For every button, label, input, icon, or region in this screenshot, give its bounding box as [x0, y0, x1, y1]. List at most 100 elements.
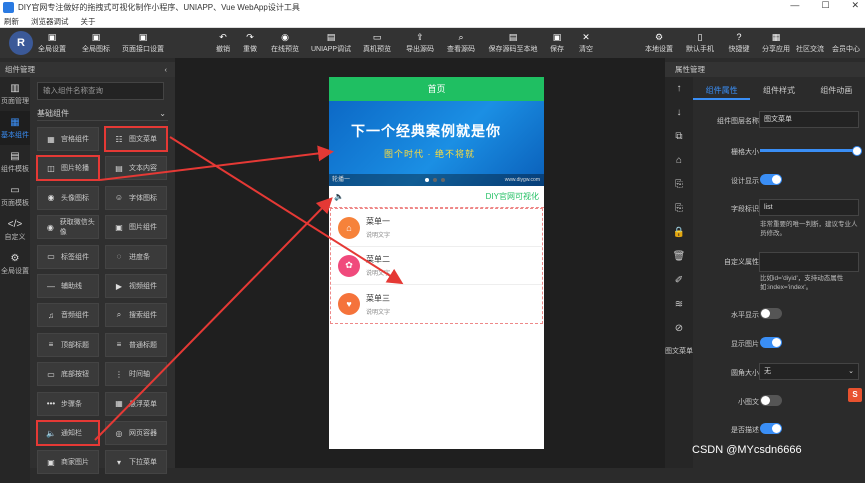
toolbar-icon [841, 32, 852, 42]
menu-item-subtitle: 说明文字 [366, 271, 391, 277]
layer-name-input[interactable]: 图文菜单 [759, 111, 859, 128]
custom-attr-input[interactable] [759, 252, 859, 272]
show-desc-toggle[interactable] [760, 423, 782, 434]
toolbar-button-right-5[interactable]: 会员中心 [821, 28, 865, 58]
component-item[interactable]: ▣ 商家图片 [37, 450, 99, 475]
property-tool-icon[interactable]: ↑ [665, 77, 693, 101]
component-label: 普通标题 [129, 341, 157, 349]
component-item[interactable]: ⌕ 搜索组件 [105, 303, 167, 328]
component-item[interactable]: ••• 步骤条 [37, 391, 99, 416]
carousel-dot[interactable] [433, 178, 437, 182]
collapse-icon[interactable]: ‹ [165, 62, 168, 77]
tab-component-animation[interactable]: 组件动画 [808, 82, 865, 100]
image-text-menu[interactable]: ⌂ 菜单一 说明文字 ✿ 菜单二 说明文字 ♥ 菜单三 说明文字 [330, 208, 543, 324]
property-tool-icon[interactable]: ≋ [665, 293, 693, 317]
small-card-toggle[interactable] [760, 395, 782, 406]
page-title[interactable]: 首页 [329, 77, 544, 101]
code-icon: </> [7, 218, 23, 230]
group-header[interactable]: 基础组件 ⌄ [37, 106, 168, 121]
menu-browser-debug[interactable]: 浏览器调试 [31, 16, 69, 27]
component-label: 网页容器 [129, 430, 157, 437]
menu-item[interactable]: ✿ 菜单二 说明文字 [331, 247, 542, 285]
minimize-button[interactable]: — [790, 0, 799, 11]
component-item[interactable]: ♫ 音频组件 [37, 303, 99, 328]
menu-refresh[interactable]: 刷新 [4, 16, 19, 27]
property-tool-icon[interactable]: ✐ [665, 269, 693, 293]
component-item[interactable]: ◉ 获取微信头像 [37, 215, 99, 240]
component-item[interactable]: — 辅助线 [37, 274, 99, 298]
gear-icon: ⚙ [10, 252, 20, 264]
carousel-dot[interactable] [425, 178, 429, 182]
toolbar-label: 会员中心 [832, 46, 860, 53]
component-item[interactable]: ▭ 底部按钮 [37, 362, 99, 387]
grid-size-slider[interactable] [760, 146, 862, 156]
component-label: 图文菜单 [129, 136, 157, 143]
component-item[interactable]: ▶ 视频组件 [105, 274, 167, 298]
component-item[interactable]: ≡ 普通标题 [105, 332, 167, 357]
menu-item[interactable]: ⌂ 菜单一 说明文字 [331, 209, 542, 247]
component-item[interactable]: ◌ 进度条 [105, 244, 167, 269]
component-item[interactable]: ◎ 网页容器 [105, 421, 167, 445]
toolbar-label: 页面接口设置 [122, 46, 164, 53]
component-search-input[interactable]: 输入组件名称查询 [37, 82, 164, 100]
component-item[interactable]: ▤ 文本内容 [105, 156, 167, 181]
property-tool-icon[interactable]: ↓ [665, 101, 693, 125]
property-tool-icon[interactable]: 🔒 [665, 221, 693, 245]
carousel-dots[interactable] [425, 178, 445, 182]
component-item[interactable]: 🔈 通知栏 [36, 420, 100, 446]
component-label: 悬浮菜单 [129, 400, 157, 408]
toolbar-button-middle-2[interactable]: ◉ 在线预览 [260, 28, 310, 58]
component-item[interactable]: ▭ 标签组件 [37, 244, 99, 269]
design-show-toggle[interactable] [760, 174, 782, 185]
component-item[interactable]: ▣ 图片组件 [105, 215, 167, 240]
component-item[interactable]: ▾ 下拉菜单 [105, 450, 167, 475]
show-image-toggle[interactable] [760, 337, 782, 348]
component-label: 标签组件 [61, 253, 89, 261]
rail-component-templates[interactable]: ▤ 组件模板 [0, 145, 30, 179]
property-tool-icon[interactable]: ⌂ [665, 149, 693, 173]
radius-select[interactable]: 无 ⌄ [759, 363, 859, 380]
component-item[interactable]: ▦ 宫格组件 [37, 127, 99, 151]
rail-label: 页面管理 [1, 97, 29, 105]
toolbar-button-middle-6[interactable]: ⌕ 查看源码 [436, 28, 486, 58]
rail-basic-components[interactable]: ▦ 基本组件 [0, 111, 30, 145]
chevron-down-icon: ⌄ [848, 368, 854, 375]
horizontal-toggle[interactable] [760, 308, 782, 319]
close-button[interactable]: ✕ [851, 0, 859, 11]
component-item[interactable]: ☺ 字体图标 [105, 185, 167, 210]
field-id-input[interactable]: list [759, 199, 859, 216]
toolbar-button-middle-9[interactable]: ✕ 清空 [561, 28, 611, 58]
property-tool-icon[interactable]: ⧉ [665, 125, 693, 149]
rail-page-manage[interactable]: ▥ 页面管理 [0, 77, 30, 111]
property-tool-icon[interactable]: 🗑 [665, 245, 693, 269]
property-rail: ↑ ↓ ⧉ ⌂ ⎘ ⎘ 🔒 🗑 ✐ ≋ ⊘ 图文菜单 [665, 77, 693, 468]
component-item[interactable]: ☷ 图文菜单 [104, 126, 168, 152]
rail-global-settings[interactable]: ⚙ 全局设置 [0, 247, 30, 281]
menu-about[interactable]: 关于 [81, 16, 96, 27]
maximize-button[interactable]: ☐ [821, 0, 829, 11]
carousel-dot[interactable] [441, 178, 445, 182]
toolbar-button-left-2[interactable]: ▣ 页面接口设置 [118, 28, 168, 58]
component-item[interactable]: ≡ 顶部标题 [37, 332, 99, 357]
menu-item[interactable]: ♥ 菜单三 说明文字 [331, 285, 542, 323]
tab-component-props[interactable]: 组件属性 [693, 82, 751, 100]
rail-custom[interactable]: </> 自定义 [0, 213, 30, 247]
banner-carousel[interactable]: 下一个经典案例就是你 图个时代 · 绝不将就 轮播一 www.diygw.com [329, 101, 544, 186]
ime-icon[interactable]: S [848, 388, 862, 402]
tab-component-style[interactable]: 组件样式 [750, 82, 807, 100]
toolbar-button-left-1[interactable]: ▣ 全局图标 [71, 28, 121, 58]
toolbar-button-middle-7[interactable]: ▤ 保存源码至本地 [488, 28, 538, 58]
toolbar-button-left-0[interactable]: ▣ 全局设置 [27, 28, 77, 58]
property-tool-icon[interactable]: ⎘ [665, 197, 693, 221]
component-item[interactable]: ◫ 图片轮播 [36, 155, 100, 182]
property-tool-icon[interactable]: ⎘ [665, 173, 693, 197]
toolbar-button-middle-3[interactable]: ▤ UNIAPP调试 [306, 28, 356, 58]
toolbar-icon: ⇪ [416, 32, 424, 42]
component-item[interactable]: ◉ 头像图标 [37, 185, 99, 210]
chevron-down-icon: ⌄ [159, 109, 166, 118]
component-item[interactable]: ▦ 悬浮菜单 [105, 391, 167, 416]
notice-bar[interactable]: 🔈 DIY官网可视化 [329, 186, 544, 208]
component-item[interactable]: ⋮ 时间轴 [105, 362, 167, 387]
rail-page-templates[interactable]: ▭ 页面模板 [0, 179, 30, 213]
property-tool-icon[interactable]: ⊘ [665, 317, 693, 341]
